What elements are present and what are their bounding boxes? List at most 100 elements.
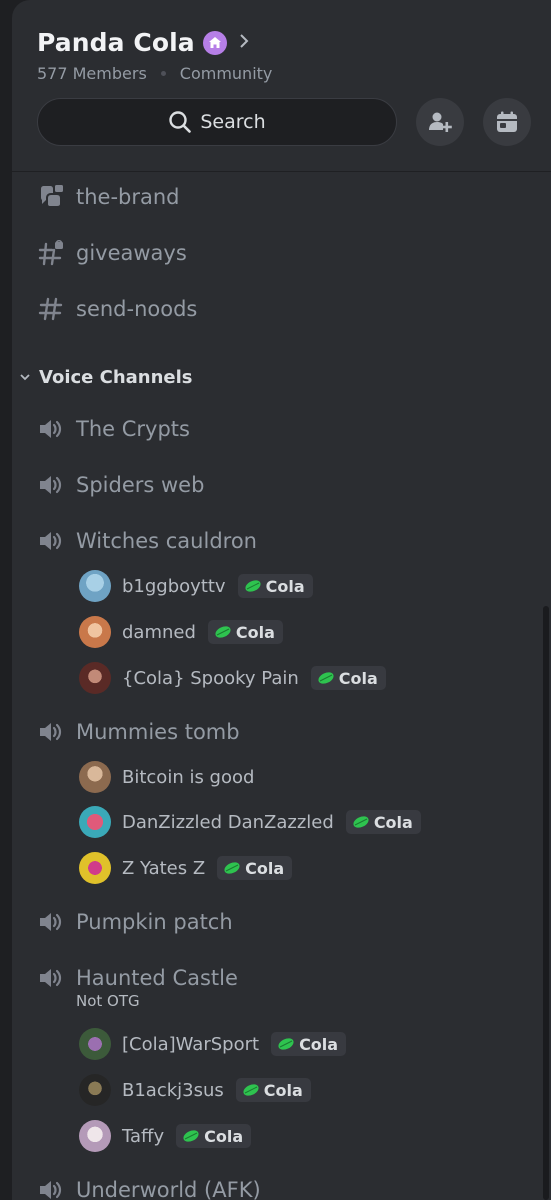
avatar (79, 761, 111, 793)
voice-user[interactable]: b1ggboyttv Cola (79, 569, 313, 603)
locked-rules-icon (36, 182, 66, 212)
leaf-icon (183, 1130, 199, 1142)
server-header: Panda Cola 577 Members Community Search (12, 0, 551, 172)
voice-channel-name: Spiders web (76, 473, 205, 497)
tag-label: Cola (235, 622, 275, 642)
search-icon (169, 111, 192, 133)
username: Z Yates Z (122, 857, 206, 879)
tag-label: Cola (373, 812, 413, 832)
voice-user[interactable]: damned Cola (79, 615, 283, 649)
username: [Cola]WarSport (122, 1033, 260, 1055)
events-button[interactable] (483, 98, 531, 146)
tag-label: Cola (338, 668, 378, 688)
avatar (79, 1074, 111, 1106)
voice-user[interactable]: [Cola]WarSport Cola (79, 1027, 347, 1061)
voice-channel-mummies-tomb[interactable]: Mummies tomb (36, 714, 240, 750)
voice-user[interactable]: Z Yates Z Cola (79, 851, 293, 885)
speaker-icon (36, 526, 66, 556)
separator-dot (160, 71, 166, 76)
voice-channel-name: The Crypts (76, 417, 190, 441)
tag-label: Cola (263, 1080, 303, 1100)
username: Bitcoin is good (122, 766, 255, 788)
channel-list: the-brand giveaways send-noods Voice Cha… (12, 172, 551, 1200)
voice-channel-name: Haunted Castle (76, 966, 238, 990)
channel-giveaways[interactable]: giveaways (36, 233, 187, 273)
voice-channel-underworld-afk[interactable]: Underworld (AFK) (36, 1172, 261, 1200)
username: {Cola} Spooky Pain (122, 667, 299, 689)
tag-label: Cola (265, 576, 305, 596)
invite-button[interactable] (416, 98, 464, 146)
voice-user[interactable]: B1ackj3sus Cola (79, 1073, 311, 1107)
leaf-icon (243, 1084, 259, 1096)
voice-channel-spiders-web[interactable]: Spiders web (36, 467, 204, 503)
speaker-icon (36, 717, 66, 747)
username: Taffy (122, 1125, 165, 1147)
community-home-icon (202, 30, 227, 55)
voice-user[interactable]: {Cola} Spooky Pain Cola (79, 661, 386, 695)
leaf-icon (353, 816, 369, 828)
username: damned (122, 621, 196, 643)
channel-name: send-noods (76, 297, 198, 321)
server-tag: Cola (271, 1032, 347, 1056)
search-label: Search (200, 111, 266, 133)
add-member-icon (429, 112, 452, 132)
avatar (79, 1028, 111, 1060)
avatar (79, 662, 111, 694)
leaf-icon (278, 1038, 294, 1050)
speaker-icon (36, 907, 66, 937)
tag-label: Cola (204, 1126, 244, 1146)
channel-name: giveaways (76, 241, 187, 265)
chevron-right-icon[interactable] (239, 32, 249, 53)
hash-icon (36, 294, 66, 324)
voice-user[interactable]: Bitcoin is good (79, 760, 254, 794)
server-tag: Cola (176, 1124, 252, 1148)
channel-sidebar: Panda Cola 577 Members Community Search (12, 0, 551, 1200)
voice-channel-name: Pumpkin patch (76, 910, 233, 934)
avatar (79, 570, 111, 602)
avatar (79, 1120, 111, 1152)
voice-user[interactable]: DanZizzled DanZazzled Cola (79, 805, 421, 839)
calendar-icon (497, 111, 517, 132)
server-type: Community (179, 64, 273, 83)
speaker-icon (36, 963, 66, 993)
member-count: 577 Members (37, 64, 147, 83)
server-tag: Cola (237, 574, 313, 598)
server-title-row[interactable]: Panda Cola (37, 28, 249, 57)
server-name[interactable]: Panda Cola (37, 28, 195, 57)
server-info: 577 Members Community (37, 64, 272, 83)
search-button[interactable]: Search (37, 98, 397, 146)
leaf-icon (245, 580, 261, 592)
server-tag: Cola (235, 1078, 311, 1102)
speaker-icon (36, 470, 66, 500)
server-tag: Cola (217, 856, 293, 880)
avatar (79, 852, 111, 884)
scrollbar[interactable] (543, 606, 549, 1200)
voice-channel-name: Underworld (AFK) (76, 1178, 261, 1200)
category-name: Voice Channels (39, 366, 193, 388)
voice-channel-name: Mummies tomb (76, 720, 240, 744)
voice-channel-name: Witches cauldron (76, 529, 257, 553)
channel-status: Not OTG (76, 992, 140, 1010)
server-tag: Cola (310, 666, 386, 690)
voice-channel-witches-cauldron[interactable]: Witches cauldron (36, 523, 257, 559)
server-tag: Cola (345, 810, 421, 834)
voice-channel-the-crypts[interactable]: The Crypts (36, 411, 190, 447)
voice-channels-category[interactable]: Voice Channels (19, 362, 193, 392)
chevron-down-icon (20, 374, 30, 381)
channel-the-brand[interactable]: the-brand (36, 177, 180, 217)
username: DanZizzled DanZazzled (122, 811, 334, 833)
voice-channel-pumpkin-patch[interactable]: Pumpkin patch (36, 904, 233, 940)
speaker-icon (36, 414, 66, 444)
channel-send-noods[interactable]: send-noods (36, 289, 197, 329)
voice-user[interactable]: Taffy Cola (79, 1119, 252, 1153)
voice-channel-haunted-castle[interactable]: Haunted Castle Not OTG (36, 960, 238, 1010)
username: b1ggboyttv (122, 575, 226, 597)
leaf-icon (318, 672, 334, 684)
server-tag: Cola (207, 620, 283, 644)
tag-label: Cola (245, 858, 285, 878)
username: B1ackj3sus (122, 1079, 224, 1101)
avatar (79, 806, 111, 838)
tag-label: Cola (299, 1034, 339, 1054)
leaf-icon (215, 626, 231, 638)
leaf-icon (224, 862, 240, 874)
